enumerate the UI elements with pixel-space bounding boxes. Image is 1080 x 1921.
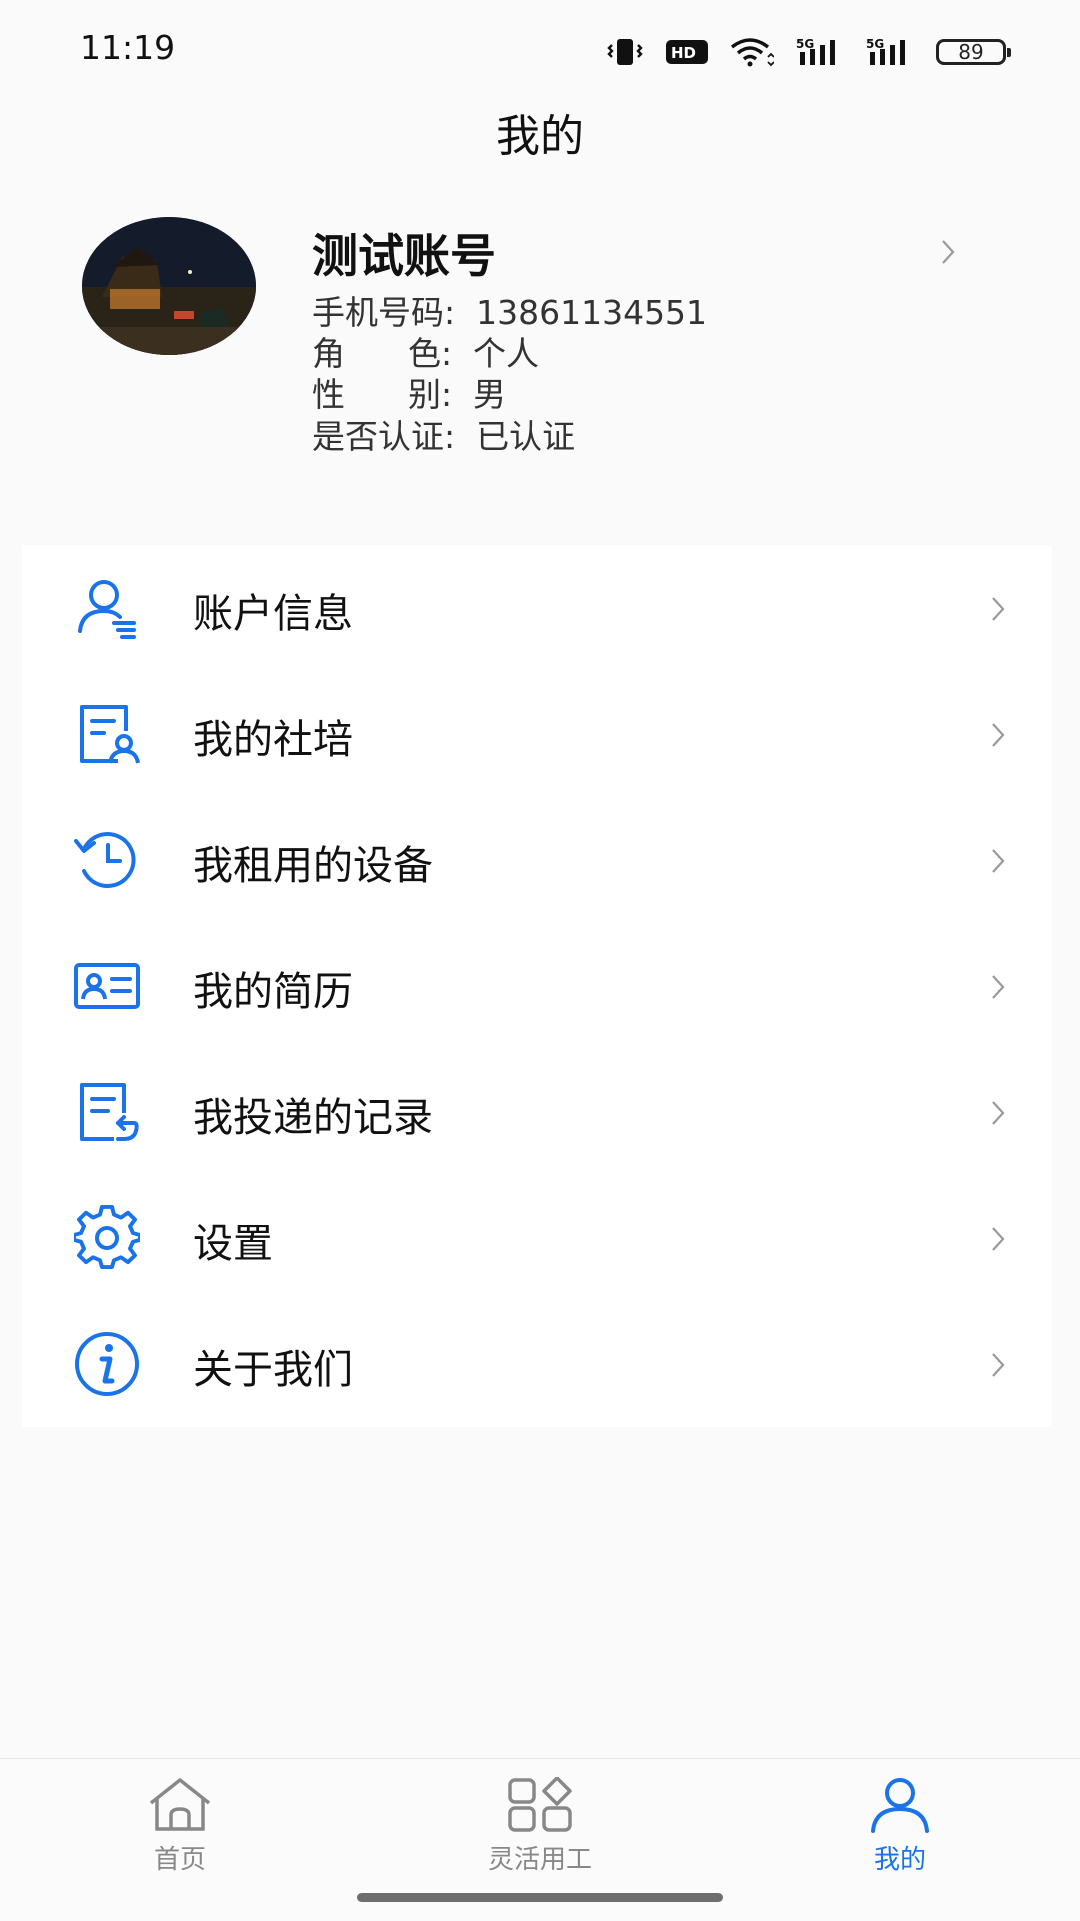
info-icon	[75, 1332, 139, 1396]
profile-gender: 性 别: 男	[312, 375, 507, 414]
menu-label: 关于我们	[193, 1347, 353, 1393]
menu-item-settings[interactable]: 设置	[22, 1175, 1052, 1301]
home-indicator[interactable]	[357, 1893, 723, 1902]
chevron-right-icon	[992, 1353, 1005, 1377]
tab-label: 灵活用工	[487, 1845, 592, 1875]
chevron-right-icon	[992, 1101, 1005, 1125]
svg-text:5G: 5G	[866, 37, 884, 51]
gear-icon	[74, 1205, 140, 1269]
resume-icon	[74, 963, 140, 1009]
chevron-right-icon	[992, 1227, 1005, 1251]
tab-label: 我的	[873, 1845, 926, 1875]
battery-icon: 89	[936, 39, 1011, 65]
tab-label: 首页	[153, 1845, 206, 1875]
chevron-right-icon	[942, 240, 955, 264]
account-info-icon	[78, 580, 136, 639]
user-icon	[871, 1778, 929, 1833]
menu-label: 设置	[193, 1221, 273, 1267]
menu-item-delivery-record[interactable]: 我投递的记录	[22, 1049, 1052, 1175]
status-bar: 11:19 HD 5G 5G 89	[0, 0, 1080, 100]
hd-icon: HD	[666, 40, 708, 64]
signal-5g-icon: 5G	[866, 37, 905, 65]
tab-flexible-work[interactable]: 灵活用工	[410, 1759, 670, 1879]
rented-equipment-icon	[74, 832, 136, 888]
vibrate-icon	[607, 39, 643, 65]
menu-item-rented-equipment[interactable]: 我租用的设备	[22, 797, 1052, 923]
menu-label: 账户信息	[193, 591, 353, 637]
status-time: 11:19	[80, 28, 176, 67]
menu-item-training[interactable]: 我的社培	[22, 671, 1052, 797]
training-icon	[80, 705, 140, 764]
menu-label: 我租用的设备	[193, 843, 433, 889]
menu-item-account-info[interactable]: 账户信息	[22, 545, 1052, 671]
apps-icon	[508, 1777, 572, 1832]
chevron-right-icon	[992, 975, 1005, 999]
menu-label: 我的简历	[193, 969, 353, 1015]
menu-label: 我投递的记录	[193, 1095, 433, 1141]
chevron-right-icon	[992, 597, 1005, 621]
menu-item-about-us[interactable]: 关于我们	[22, 1301, 1052, 1427]
profile-verified: 是否认证: 已认证	[312, 417, 576, 456]
tab-home[interactable]: 首页	[50, 1759, 310, 1879]
page-title: 我的	[496, 111, 584, 162]
menu-label: 我的社培	[193, 717, 353, 763]
menu-list: 账户信息 我的社培 我租用的设备 我的简历 我投递的记录 设置 关于我们	[22, 545, 1052, 1427]
chevron-right-icon	[992, 723, 1005, 747]
svg-text:HD: HD	[671, 44, 696, 62]
svg-text:5G: 5G	[796, 37, 814, 51]
status-icons: HD 5G 5G 89	[606, 30, 1011, 74]
home-icon	[149, 1778, 211, 1831]
menu-item-resume[interactable]: 我的简历	[22, 923, 1052, 1049]
wifi-icon	[730, 38, 774, 67]
profile-name: 测试账号	[312, 229, 496, 283]
delivery-record-icon	[80, 1083, 139, 1141]
signal-5g-icon: 5G	[796, 37, 835, 65]
avatar[interactable]	[82, 217, 256, 355]
tab-mine[interactable]: 我的	[770, 1759, 1030, 1879]
profile-card[interactable]: 测试账号 手机号码: 13861134551 角 色: 个人 性 别: 男 是否…	[0, 190, 1080, 530]
chevron-right-icon	[992, 849, 1005, 873]
